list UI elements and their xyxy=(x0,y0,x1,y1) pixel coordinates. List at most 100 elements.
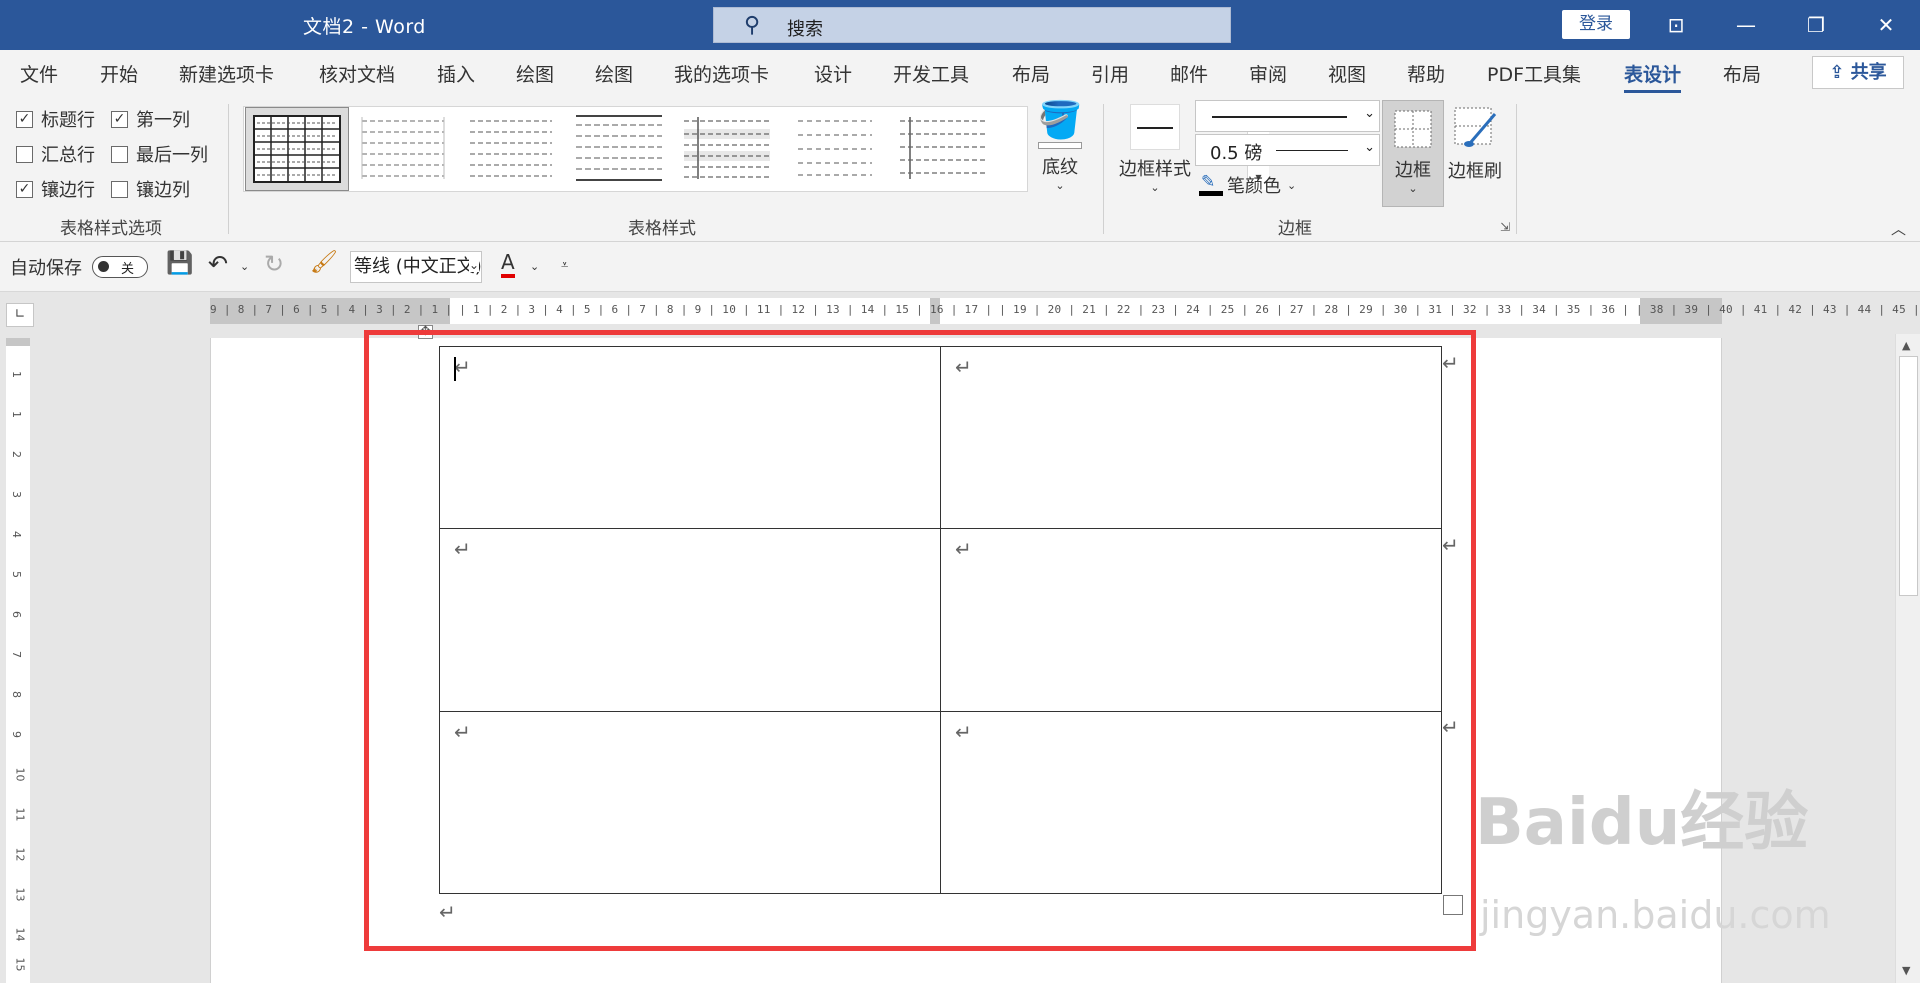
chevron-down-icon[interactable]: ⌄ xyxy=(240,260,249,273)
customize-toolbar-icon[interactable]: ⩡ xyxy=(561,258,568,273)
table-style-plain-1[interactable] xyxy=(352,107,456,191)
checkbox-box: ✓ xyxy=(16,180,33,198)
total-row-checkbox[interactable]: 汇总行 xyxy=(16,141,95,167)
tab-draw-1[interactable]: 绘图 xyxy=(516,60,554,87)
tab-view[interactable]: 视图 xyxy=(1328,60,1366,87)
tab-insert[interactable]: 插入 xyxy=(437,60,475,87)
ribbon-display-icon[interactable]: ⊡ xyxy=(1641,0,1711,50)
font-color-icon[interactable]: A xyxy=(501,250,515,278)
tab-pdf-tools[interactable]: PDF工具集 xyxy=(1487,60,1581,87)
table-style-grid[interactable] xyxy=(245,107,349,191)
tab-help[interactable]: 帮助 xyxy=(1407,60,1445,87)
ruler-margin xyxy=(6,338,30,346)
minimize-icon[interactable]: — xyxy=(1711,0,1781,50)
collapse-ribbon-icon[interactable]: ︿ xyxy=(1891,218,1906,239)
dialog-launcher-icon[interactable]: ⇲ xyxy=(1500,220,1510,234)
borders-button[interactable]: 边框 ⌄ xyxy=(1382,100,1444,207)
checkbox-label: 镶边列 xyxy=(136,180,190,201)
save-icon[interactable]: 💾 xyxy=(166,251,193,276)
search-box[interactable]: ⚲ 搜索 xyxy=(713,7,1231,43)
tab-table-design[interactable]: 表设计 xyxy=(1624,60,1682,93)
header-row-checkbox[interactable]: ✓ 标题行 xyxy=(16,106,95,132)
table-style-plain-3[interactable] xyxy=(568,107,672,191)
style-preview xyxy=(900,117,986,179)
ribbon: ✓ 标题行 ✓ 第一列 汇总行 最后一列 ✓ 镶边行 镶边列 表格样式选项 ▾ … xyxy=(0,96,1920,242)
ruler-tick: 10 xyxy=(13,767,27,782)
table-style-plain-2[interactable] xyxy=(460,107,564,191)
vertical-scrollbar[interactable]: ▲ ▼ xyxy=(1895,334,1920,983)
font-name-dropdown[interactable]: 等线 (中文正文) xyxy=(350,251,482,283)
format-painter-icon[interactable]: 🖌 xyxy=(310,250,338,275)
group-divider xyxy=(1103,104,1104,234)
style-preview xyxy=(576,115,662,181)
table-style-plain-5[interactable] xyxy=(784,107,888,191)
paint-bucket-icon: 🪣 xyxy=(1037,100,1083,141)
tab-draw-2[interactable]: 绘图 xyxy=(595,60,633,87)
tab-file[interactable]: 文件 xyxy=(20,60,58,87)
checkbox-label: 汇总行 xyxy=(41,145,95,166)
banded-rows-checkbox[interactable]: ✓ 镶边行 xyxy=(16,176,95,202)
ruler-tick: 1 xyxy=(10,371,23,378)
border-style-label: 边框样式 xyxy=(1119,159,1191,180)
window-title: 文档2 - Word xyxy=(303,16,426,38)
autosave-toggle[interactable]: 关 xyxy=(92,256,148,278)
table-style-plain-4[interactable] xyxy=(676,107,780,191)
tab-selector-icon[interactable]: ∟ xyxy=(6,303,34,327)
borders-label: 边框 xyxy=(1395,160,1431,181)
shading-label: 底纹 xyxy=(1042,157,1078,178)
checkbox-box xyxy=(111,145,128,163)
login-button[interactable]: 登录 xyxy=(1562,10,1630,39)
tab-table-layout[interactable]: 布局 xyxy=(1723,60,1761,87)
share-button[interactable]: ⇪ 共享 xyxy=(1812,56,1904,89)
restore-icon[interactable]: ❐ xyxy=(1781,0,1851,50)
tab-new-tab[interactable]: 新建选项卡 xyxy=(179,60,274,87)
style-preview xyxy=(470,120,552,177)
borders-grid-icon xyxy=(1394,110,1432,148)
tab-layout[interactable]: 布局 xyxy=(1012,60,1050,87)
chevron-down-icon[interactable]: ⌄ xyxy=(469,258,480,272)
ruler-tick: 4 xyxy=(10,531,23,538)
table-styles-gallery: ▲ ▼ ▾ xyxy=(243,106,1269,192)
style-preview xyxy=(361,117,445,179)
last-column-checkbox[interactable]: 最后一列 xyxy=(111,141,208,167)
chevron-down-icon: ⌄ xyxy=(1364,106,1375,121)
vertical-ruler[interactable]: 1 1 2 3 4 5 6 7 8 9 10 11 12 13 14 15 xyxy=(6,338,30,983)
scroll-up-icon[interactable]: ▲ xyxy=(1902,339,1910,352)
tab-review[interactable]: 审阅 xyxy=(1249,60,1287,87)
line-style-dropdown[interactable]: ⌄ xyxy=(1195,100,1380,132)
tab-review-doc[interactable]: 核对文档 xyxy=(319,60,395,87)
tab-home[interactable]: 开始 xyxy=(100,60,138,87)
border-style-icon xyxy=(1130,104,1180,150)
tab-my-tab[interactable]: 我的选项卡 xyxy=(674,60,769,87)
search-icon: ⚲ xyxy=(744,13,761,38)
tab-mailings[interactable]: 邮件 xyxy=(1170,60,1208,87)
first-column-checkbox[interactable]: ✓ 第一列 xyxy=(111,106,190,132)
checkbox-label: 标题行 xyxy=(41,110,95,131)
pen-weight-preview xyxy=(1276,150,1348,152)
baidu-watermark-url: jingyan.baidu.com xyxy=(1480,893,1831,937)
border-painter-label: 边框刷 xyxy=(1448,161,1502,182)
tab-design[interactable]: 设计 xyxy=(814,60,852,87)
scrollbar-thumb[interactable] xyxy=(1899,356,1918,596)
close-icon[interactable]: ✕ xyxy=(1851,0,1920,50)
pen-weight-dropdown[interactable]: 0.5 磅 ⌄ xyxy=(1195,134,1380,166)
tab-developer[interactable]: 开发工具 xyxy=(893,60,969,87)
ruler-tick: 2 xyxy=(10,451,23,458)
banded-columns-checkbox[interactable]: 镶边列 xyxy=(111,176,190,202)
chevron-down-icon[interactable]: ⌄ xyxy=(530,260,539,273)
tab-references[interactable]: 引用 xyxy=(1091,60,1129,87)
style-preview xyxy=(798,120,872,176)
pen-color-button[interactable]: ✎ 笔颜色 ⌄ xyxy=(1199,172,1296,198)
redo-icon[interactable]: ↻ xyxy=(264,250,284,278)
pen-weight-value: 0.5 磅 xyxy=(1210,143,1263,164)
ruler-tick: 1 xyxy=(10,411,23,418)
horizontal-ruler[interactable]: 9 | 8 | 7 | 6 | 5 | 4 | 3 | 2 | 1 | | 1 … xyxy=(210,298,1920,324)
border-styles-button[interactable]: 边框样式 ⌄ xyxy=(1115,104,1195,194)
undo-icon[interactable]: ↶ xyxy=(208,250,228,278)
shading-button[interactable]: 🪣 底纹 ⌄ xyxy=(1030,100,1090,192)
scroll-down-icon[interactable]: ▼ xyxy=(1902,964,1910,977)
border-painter-button[interactable]: 边框刷 xyxy=(1446,104,1504,183)
table-style-plain-6[interactable] xyxy=(892,107,996,191)
ruler-tick: 14 xyxy=(13,927,27,942)
ruler-tick: 12 xyxy=(13,847,27,862)
